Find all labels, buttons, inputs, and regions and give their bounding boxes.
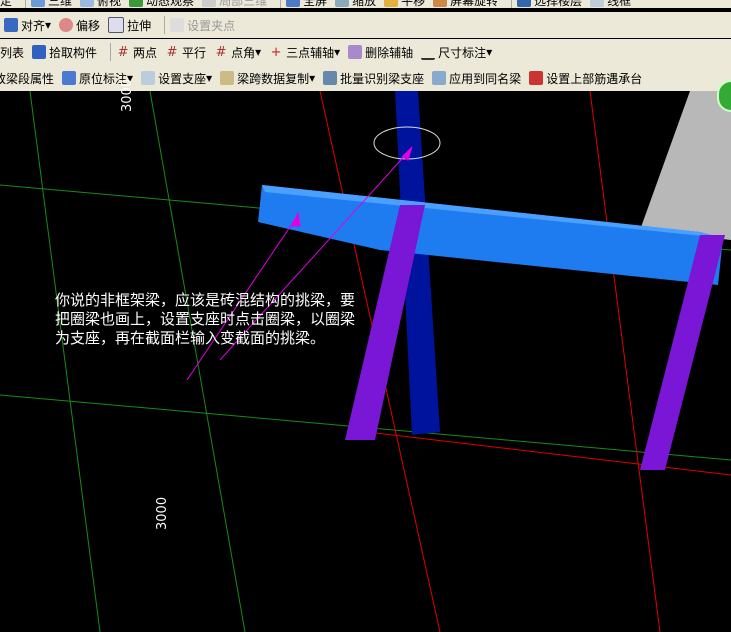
- label: 应用到同名梁: [449, 71, 522, 86]
- annotation-note: 你说的非框架梁，应该是砖混结构的挑梁，要把圈梁也画上，设置支座时点击圈梁，以圈梁…: [55, 291, 356, 347]
- label: 动态观察: [146, 0, 195, 8]
- zoom-button[interactable]: 缩放: [335, 0, 376, 8]
- span-data-copy-button[interactable]: 梁跨数据复制 ▾: [220, 70, 315, 87]
- 3d-view-button[interactable]: 三维: [31, 0, 72, 8]
- label: 平移: [401, 0, 426, 8]
- label: 缩放: [352, 0, 377, 8]
- label: 拾取构件: [49, 45, 98, 60]
- delete-axis-button[interactable]: 删除辅轴: [348, 44, 413, 61]
- pan-button[interactable]: 平移: [384, 0, 425, 8]
- rotate-button[interactable]: 屏幕旋转: [433, 0, 498, 8]
- fullscreen-button[interactable]: 全屏: [286, 0, 327, 8]
- batch-icon: [323, 71, 338, 85]
- rotate-icon: [433, 0, 448, 7]
- dimension-label-top: 3000: [120, 78, 135, 112]
- label: 三点辅轴: [286, 45, 335, 60]
- pick-component-button[interactable]: 拾取构件: [32, 44, 97, 61]
- dimension-label-bottom: 3000: [155, 496, 170, 530]
- label: 梁跨数据复制: [237, 71, 310, 86]
- offset-button[interactable]: 偏移: [59, 17, 100, 34]
- label: 改梁段属性: [0, 71, 55, 86]
- three-point-axis-button[interactable]: + 三点辅轴 ▾: [269, 44, 341, 61]
- two-point-axis-button[interactable]: # 两点: [116, 44, 157, 61]
- gray-column: [640, 91, 731, 240]
- support-icon: [141, 71, 156, 85]
- dimension-button[interactable]: 尺寸标注 ▾: [421, 44, 492, 61]
- beam-segment-props-button[interactable]: 改梁段属性: [0, 70, 54, 87]
- label: 线框: [607, 0, 632, 8]
- wireframe-icon: [590, 0, 605, 7]
- label: 设置上部筋遇承台: [546, 71, 643, 86]
- parallel-axis-button[interactable]: # 平行: [165, 44, 206, 61]
- eyedropper-icon: [32, 45, 47, 59]
- offset-icon: [59, 18, 74, 32]
- two-point-icon: #: [117, 45, 129, 60]
- toolbar-item[interactable]: 定: [0, 0, 12, 8]
- orbit-button[interactable]: 动态观察: [129, 0, 194, 8]
- label: 选择楼层: [534, 0, 583, 8]
- floors-icon: [517, 0, 532, 7]
- batch-identify-support-button[interactable]: 批量识别梁支座: [323, 70, 424, 87]
- label: 平行: [182, 45, 207, 60]
- label: 删除辅轴: [365, 45, 414, 60]
- label: 三维: [48, 0, 73, 8]
- list-button[interactable]: 列表: [0, 44, 24, 61]
- point-angle-icon: #: [215, 45, 227, 60]
- align-icon: [4, 18, 18, 32]
- label: 尺寸标注: [438, 45, 487, 60]
- fullscreen-icon: [286, 0, 301, 7]
- grip-icon: [170, 18, 185, 32]
- label: 偏移: [76, 18, 101, 33]
- annotate-icon: [62, 71, 77, 85]
- top-rebar-cap-button[interactable]: 设置上部筋遇承台: [529, 70, 642, 87]
- orbit-icon: [129, 0, 144, 7]
- label: 列表: [0, 45, 25, 60]
- set-grip-button[interactable]: 设置夹点: [170, 17, 235, 34]
- eraser-icon: [348, 45, 363, 59]
- label: 设置支座: [158, 71, 207, 86]
- local-3d-button[interactable]: 局部三维: [202, 0, 267, 8]
- label: 屏幕旋转: [450, 0, 499, 8]
- top-view-button[interactable]: 俯视: [80, 0, 121, 8]
- 3d-drawing-canvas[interactable]: [0, 91, 731, 632]
- point-angle-button[interactable]: # 点角 ▾: [214, 44, 262, 61]
- local-3d-icon: [202, 0, 217, 7]
- wireframe-button[interactable]: 线框: [590, 0, 631, 8]
- label: 点角: [231, 45, 256, 60]
- label: 拉伸: [127, 18, 152, 33]
- parallel-icon: #: [166, 45, 178, 60]
- dimension-icon: [421, 44, 436, 60]
- beam-toolbar: 改梁段属性 原位标注 ▾ 设置支座 ▾ 梁跨数据复制 ▾ 批量识别梁支座 应用到同名梁…: [0, 65, 731, 91]
- label: 俯视: [97, 0, 122, 8]
- arc-axis-icon: +: [270, 45, 282, 60]
- label: 两点: [133, 45, 158, 60]
- edit-toolbar: 对齐 ▾ 偏移 拉伸 设置夹点: [0, 12, 731, 38]
- label: 对齐: [21, 18, 46, 33]
- label: 设置夹点: [187, 18, 236, 33]
- stretch-button[interactable]: 拉伸: [108, 17, 151, 34]
- stretch-icon: [108, 17, 125, 33]
- view-toolbar: 定 三维 俯视 动态观察 局部三维 全屏 缩放 平移 屏幕旋转 选择楼层 线框: [0, 0, 731, 8]
- magnifier-icon: [335, 0, 350, 7]
- cube-icon: [31, 0, 46, 7]
- top-view-icon: [80, 0, 95, 7]
- apply-same-name-button[interactable]: 应用到同名梁: [432, 70, 521, 87]
- align-button[interactable]: 对齐 ▾: [4, 17, 51, 34]
- label: 局部三维: [219, 0, 268, 8]
- apply-icon: [432, 71, 447, 85]
- label: 全屏: [303, 0, 328, 8]
- rebar-icon: [529, 71, 544, 85]
- brush-icon: [220, 71, 235, 85]
- select-floor-button[interactable]: 选择楼层: [517, 0, 582, 8]
- set-support-button[interactable]: 设置支座 ▾: [141, 70, 212, 87]
- hand-icon: [384, 0, 399, 7]
- axis-toolbar: 列表 拾取构件 # 两点 # 平行 # 点角 ▾ + 三点辅轴 ▾ 删除辅轴 尺寸标注 ▾: [0, 39, 731, 65]
- label: 批量识别梁支座: [340, 71, 425, 86]
